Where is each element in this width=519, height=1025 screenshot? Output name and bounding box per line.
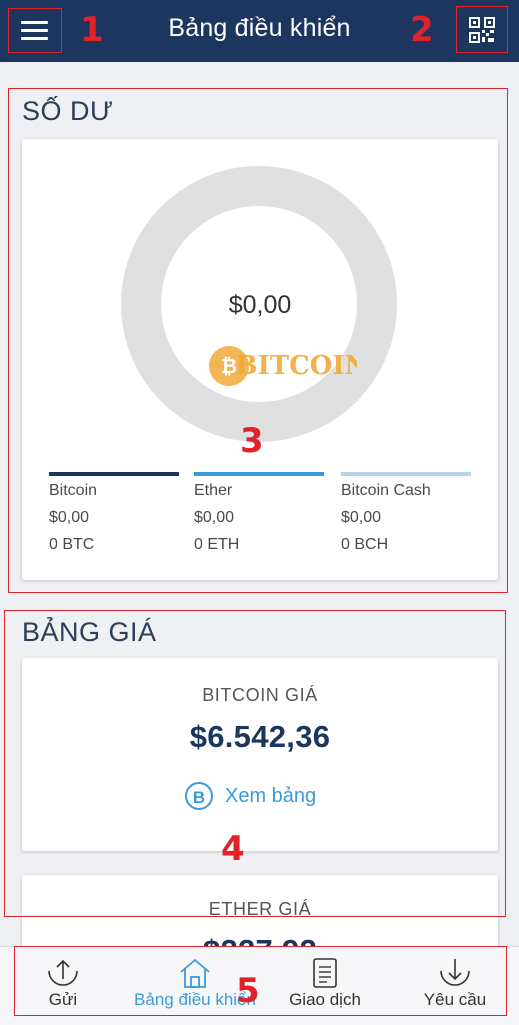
annotation-number-3: 3 (240, 421, 264, 461)
page-title: Bảng điều khiển (168, 14, 351, 42)
annotation-box-prices (4, 610, 506, 917)
annotation-box-qr (456, 6, 508, 53)
annotation-number-5: 5 (236, 971, 260, 1011)
annotation-number-4: 4 (221, 829, 245, 869)
annotation-box-menu (8, 8, 62, 53)
annotation-box-balance (8, 88, 508, 593)
top-app-bar: Bảng điều khiển (0, 0, 519, 62)
annotation-box-bottom-nav (14, 946, 507, 1016)
annotation-number-1: 1 (80, 10, 104, 50)
annotation-number-2: 2 (410, 10, 434, 50)
